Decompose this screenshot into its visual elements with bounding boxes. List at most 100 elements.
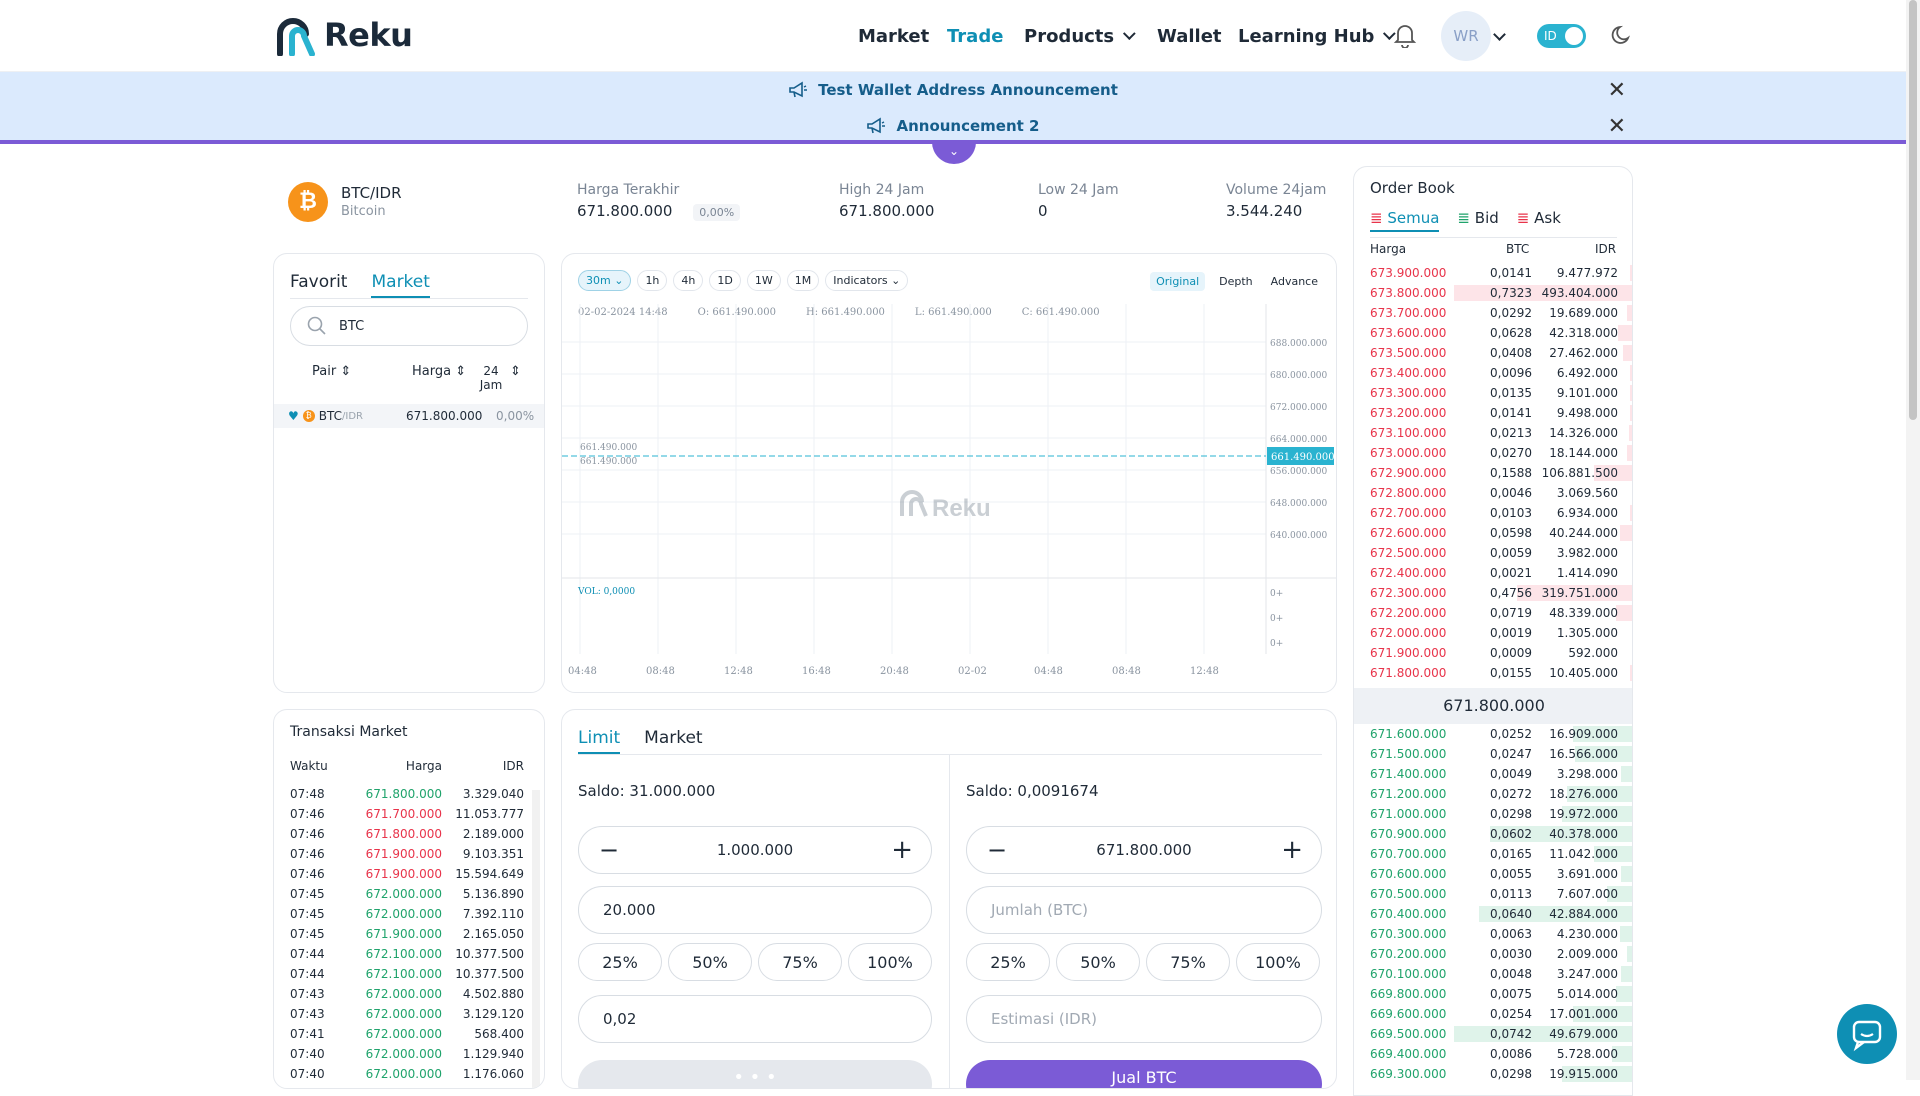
ask-row[interactable]: 673.300.000 0,0135 9.101.000: [1354, 383, 1632, 403]
language-toggle[interactable]: ID: [1537, 24, 1586, 48]
nav-trade[interactable]: Trade: [947, 0, 1003, 72]
mode-original[interactable]: Original: [1150, 272, 1206, 291]
collapse-announcements-button[interactable]: ⌄: [932, 142, 976, 164]
price-chart[interactable]: 688.000.000 680.000.000 672.000.000 664.…: [562, 294, 1337, 693]
moon-icon[interactable]: [1610, 23, 1634, 47]
page-scrollbar[interactable]: [1906, 0, 1920, 1080]
ask-row[interactable]: 671.900.000 0,0009 592.000: [1354, 643, 1632, 663]
bid-row[interactable]: 670.400.000 0,0640 42.884.000: [1354, 904, 1632, 924]
ask-row[interactable]: 672.500.000 0,0059 3.982.000: [1354, 543, 1632, 563]
ask-row[interactable]: 672.200.000 0,0719 48.339.000: [1354, 603, 1632, 623]
interval-1d[interactable]: 1D: [709, 270, 741, 291]
market-search-input[interactable]: BTC: [290, 306, 528, 346]
close-icon[interactable]: ✕: [1608, 78, 1626, 103]
buy-pct-100[interactable]: 100%: [848, 943, 932, 981]
sell-pct-100[interactable]: 100%: [1236, 943, 1320, 981]
market-row-btc[interactable]: ♥ ₿ BTC /IDR 671.800.000 0,00%: [274, 404, 544, 428]
bid-row[interactable]: 671.200.000 0,0272 18.276.000: [1354, 784, 1632, 804]
ask-row[interactable]: 672.400.000 0,0021 1.414.090: [1354, 563, 1632, 583]
buy-pct-25[interactable]: 25%: [578, 943, 662, 981]
bid-row[interactable]: 670.500.000 0,0113 7.607.000: [1354, 884, 1632, 904]
ask-row[interactable]: 673.200.000 0,0141 9.498.000: [1354, 403, 1632, 423]
buy-price-stepper[interactable]: − 1.000.000 +: [578, 826, 932, 874]
close-icon[interactable]: ✕: [1608, 114, 1626, 139]
tab-limit[interactable]: Limit: [578, 728, 621, 754]
sell-estimate-field[interactable]: Estimasi (IDR): [966, 995, 1322, 1043]
indicators-dropdown[interactable]: Indicators ⌄: [825, 270, 909, 291]
nav-learning-hub[interactable]: Learning Hub: [1238, 0, 1397, 72]
ask-row[interactable]: 673.900.000 0,0141 9.477.972: [1354, 263, 1632, 283]
col-price-sort[interactable]: Harga ⇕: [412, 364, 466, 379]
bid-row[interactable]: 670.100.000 0,0048 3.247.000: [1354, 964, 1632, 984]
pair-info[interactable]: BTC/IDR Bitcoin: [341, 184, 402, 219]
sell-button[interactable]: Jual BTC: [966, 1060, 1322, 1088]
user-avatar[interactable]: WR: [1441, 11, 1491, 61]
ask-row[interactable]: 671.800.000 0,0155 10.405.000: [1354, 663, 1632, 683]
sell-amount-field[interactable]: Jumlah (BTC): [966, 886, 1322, 934]
ask-row[interactable]: 673.000.000 0,0270 18.144.000: [1354, 443, 1632, 463]
interval-4h[interactable]: 4h: [673, 270, 704, 291]
sell-pct-50[interactable]: 50%: [1056, 943, 1140, 981]
bid-row[interactable]: 669.500.000 0,0742 49.679.000: [1354, 1024, 1632, 1044]
bell-icon[interactable]: [1393, 22, 1417, 48]
tab-semua[interactable]: ≣ Semua: [1370, 209, 1440, 232]
chevron-down-icon[interactable]: [1493, 28, 1506, 41]
nav-wallet[interactable]: Wallet: [1157, 0, 1222, 72]
bid-row[interactable]: 670.300.000 0,0063 4.230.000: [1354, 924, 1632, 944]
nav-market[interactable]: Market: [858, 0, 929, 72]
bid-row[interactable]: 670.900.000 0,0602 40.378.000: [1354, 824, 1632, 844]
minus-icon[interactable]: −: [599, 836, 619, 864]
bid-row[interactable]: 669.600.000 0,0254 17.001.000: [1354, 1004, 1632, 1024]
plus-icon[interactable]: +: [891, 835, 913, 865]
ask-row[interactable]: 672.600.000 0,0598 40.244.000: [1354, 523, 1632, 543]
sell-price-stepper[interactable]: − 671.800.000 +: [966, 826, 1322, 874]
reku-logo[interactable]: Reku: [272, 14, 413, 56]
bid-row[interactable]: 669.800.000 0,0075 5.014.000: [1354, 984, 1632, 1004]
tab-market-order[interactable]: Market: [644, 728, 702, 754]
nav-products[interactable]: Products: [1024, 0, 1136, 72]
sell-pct-75[interactable]: 75%: [1146, 943, 1230, 981]
tab-bid[interactable]: ≣ Bid: [1457, 209, 1498, 232]
sell-pct-25[interactable]: 25%: [966, 943, 1050, 981]
ask-row[interactable]: 672.800.000 0,0046 3.069.560: [1354, 483, 1632, 503]
mode-depth[interactable]: Depth: [1215, 272, 1257, 291]
chat-button[interactable]: [1837, 1004, 1897, 1064]
buy-button[interactable]: • • •: [578, 1060, 932, 1088]
ask-row[interactable]: 672.700.000 0,0103 6.934.000: [1354, 503, 1632, 523]
minus-icon[interactable]: −: [987, 836, 1007, 864]
bid-row[interactable]: 671.000.000 0,0298 19.972.000: [1354, 804, 1632, 824]
scrollbar-thumb[interactable]: [1909, 0, 1917, 420]
ask-row[interactable]: 672.300.000 0,4756 319.751.000: [1354, 583, 1632, 603]
bid-row[interactable]: 669.400.000 0,0086 5.728.000: [1354, 1044, 1632, 1064]
announcement-2[interactable]: Announcement 2 ✕: [0, 108, 1906, 144]
bid-row[interactable]: 671.400.000 0,0049 3.298.000: [1354, 764, 1632, 784]
interval-30m[interactable]: 30m ⌄: [578, 270, 632, 291]
ask-row[interactable]: 672.000.000 0,0019 1.305.000: [1354, 623, 1632, 643]
tab-market[interactable]: Market: [371, 272, 430, 298]
bid-row[interactable]: 669.300.000 0,0298 19.915.000: [1354, 1064, 1632, 1084]
ask-row[interactable]: 673.500.000 0,0408 27.462.000: [1354, 343, 1632, 363]
mode-advance[interactable]: Advance: [1267, 272, 1322, 291]
buy-total-field[interactable]: 0,02: [578, 995, 932, 1043]
ask-row[interactable]: 673.400.000 0,0096 6.492.000: [1354, 363, 1632, 383]
trades-scrollbar[interactable]: [532, 790, 540, 1088]
bid-row[interactable]: 670.600.000 0,0055 3.691.000: [1354, 864, 1632, 884]
bid-row[interactable]: 671.500.000 0,0247 16.566.000: [1354, 744, 1632, 764]
interval-1h[interactable]: 1h: [637, 270, 668, 291]
heart-icon[interactable]: ♥: [288, 409, 299, 423]
bid-row[interactable]: 670.200.000 0,0030 2.009.000: [1354, 944, 1632, 964]
interval-1w[interactable]: 1W: [746, 270, 781, 291]
announcement-1[interactable]: Test Wallet Address Announcement ✕: [0, 72, 1906, 108]
buy-amount-field[interactable]: 20.000: [578, 886, 932, 934]
ask-row[interactable]: 673.600.000 0,0628 42.318.000: [1354, 323, 1632, 343]
tab-favorit[interactable]: Favorit: [290, 272, 347, 298]
interval-1m[interactable]: 1M: [786, 270, 820, 291]
ask-row[interactable]: 673.700.000 0,0292 19.689.000: [1354, 303, 1632, 323]
bid-row[interactable]: 671.600.000 0,0252 16.909.000: [1354, 724, 1632, 744]
buy-pct-50[interactable]: 50%: [668, 943, 752, 981]
bid-row[interactable]: 670.700.000 0,0165 11.042.000: [1354, 844, 1632, 864]
ask-row[interactable]: 673.100.000 0,0213 14.326.000: [1354, 423, 1632, 443]
col-24h-sort[interactable]: 24 Jam: [477, 364, 505, 392]
plus-icon[interactable]: +: [1281, 835, 1303, 865]
buy-pct-75[interactable]: 75%: [758, 943, 842, 981]
